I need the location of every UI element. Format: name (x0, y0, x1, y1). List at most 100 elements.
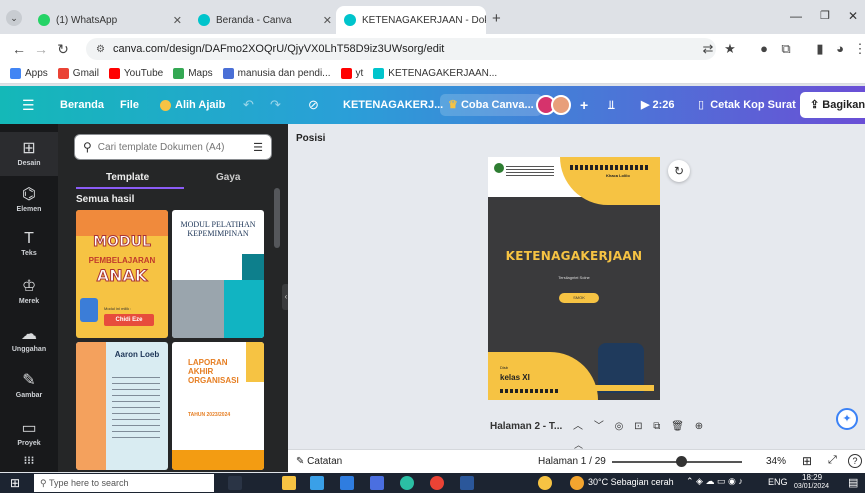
extension-icon[interactable]: ● (756, 41, 772, 57)
menu-kebab-icon[interactable]: ⋮ (852, 41, 865, 57)
minimize-button[interactable]: — (790, 9, 802, 23)
url-input[interactable]: ⚙ canva.com/design/DAFmo2XOQrU/QjyVX0LhT… (86, 38, 716, 60)
tab-document[interactable]: KETENAGAKERJAAN - Dokume ✕ (336, 6, 486, 34)
apps-grid-icon[interactable]: ⁝⁝⁝ (0, 454, 58, 467)
rail-item-gambar[interactable]: ✎ Gambar (0, 364, 58, 408)
file-explorer-icon[interactable] (282, 476, 296, 490)
undo-icon[interactable]: ↶ (243, 86, 254, 124)
close-icon[interactable]: ✕ (315, 14, 332, 27)
rail-item-unggahan[interactable]: ☁ Unggahan (0, 318, 58, 362)
tab-whatsapp[interactable]: (1) WhatsApp ✕ (30, 6, 190, 34)
translate-icon[interactable]: ⇄ (700, 41, 716, 57)
taskbar-app-icon[interactable] (310, 476, 324, 490)
insights-icon[interactable]: ⫫ (608, 86, 615, 124)
lock-icon[interactable]: ⊡ (634, 421, 642, 432)
bookmark-item[interactable]: manusia dan pendi... (222, 68, 331, 79)
document-title[interactable]: KETENAGAKERJ... (343, 86, 443, 124)
document-page[interactable]: Khaca Lolilo KETENAGAKERJAAN Tersilagnte… (488, 157, 660, 400)
clock-date[interactable]: 03/01/2024 (794, 483, 829, 490)
weather-icon[interactable] (570, 476, 584, 490)
reload-icon[interactable]: ↻ (52, 41, 74, 58)
rail-item-proyek[interactable]: ▭ Proyek (0, 412, 58, 456)
add-page-icon[interactable]: ⊕ (695, 421, 703, 432)
template-search-box[interactable]: ⚲ ☰ (74, 134, 272, 160)
page-label[interactable]: Halaman 2 - T... (490, 421, 562, 432)
close-icon[interactable]: ✕ (165, 14, 182, 27)
weather-icon[interactable] (538, 476, 552, 490)
rail-item-desain[interactable]: ⊞ Desain (0, 132, 58, 176)
bookmark-star-icon[interactable]: ★ (722, 41, 738, 57)
rail-item-teks[interactable]: T Teks (0, 224, 58, 268)
chevron-down-icon[interactable]: ﹀ (594, 421, 604, 432)
template-search-input[interactable] (97, 141, 238, 153)
word-icon[interactable] (460, 476, 474, 490)
bookmark-item[interactable]: YouTube (108, 68, 163, 79)
weather-text[interactable]: 30°C Sebagian cerah (588, 477, 674, 487)
bookmark-item[interactable]: Maps (173, 68, 213, 79)
template-card[interactable]: Aaron Loeb (76, 342, 168, 470)
magic-assistant-icon[interactable]: ✦ (836, 408, 858, 430)
site-info-icon[interactable]: ⚙ (96, 44, 105, 55)
chrome-icon[interactable] (430, 476, 444, 490)
tab-template[interactable]: Template (106, 172, 149, 183)
rail-item-label: Proyek (17, 440, 41, 447)
hide-page-icon[interactable]: ◎ (615, 421, 624, 432)
magic-switch-button[interactable]: Alih Ajaib (160, 86, 225, 124)
maximize-button[interactable]: ❐ (820, 9, 830, 22)
mail-icon[interactable] (340, 476, 354, 490)
regenerate-icon[interactable]: ↻ (668, 160, 690, 182)
filter-icon[interactable]: ☰ (253, 141, 263, 154)
rail-item-elemen[interactable]: ⌬ Elemen (0, 178, 58, 222)
tab-canva-home[interactable]: Beranda - Canva ✕ (190, 6, 340, 34)
template-card[interactable]: MODUL PEMBELAJARAN ANAK Modul ini milik … (76, 210, 168, 338)
add-collaborator-icon[interactable]: + (580, 86, 588, 124)
rail-item-merek[interactable]: ♔ Merek (0, 270, 58, 314)
tab-search-button[interactable]: ⌄ (6, 10, 22, 26)
close-window-button[interactable]: ✕ (848, 9, 858, 23)
collaborator-avatar[interactable] (551, 95, 571, 115)
sidepanel-icon[interactable]: ▮ (812, 41, 828, 57)
help-icon[interactable]: ? (848, 454, 862, 468)
page-count[interactable]: Halaman 1 / 29 (538, 456, 606, 467)
notification-icon[interactable]: ▤ (848, 476, 858, 489)
zoom-slider-thumb[interactable] (675, 456, 687, 467)
profile-icon[interactable]: ◕ (832, 41, 848, 57)
zoom-level[interactable]: 34% (766, 456, 786, 467)
chevron-up-icon[interactable]: ︿ (573, 421, 583, 432)
store-icon[interactable] (370, 476, 384, 490)
position-button[interactable]: Posisi (296, 133, 325, 144)
edge-icon[interactable] (400, 476, 414, 490)
share-button[interactable]: ⇪ Bagikan (800, 92, 865, 118)
bookmark-item[interactable]: Apps (10, 68, 48, 79)
template-card[interactable]: MODUL PELATIHAN KEPEMIMPINAN (172, 210, 264, 338)
tab-style[interactable]: Gaya (216, 172, 240, 183)
task-view-icon[interactable] (228, 476, 242, 490)
home-link[interactable]: Beranda (60, 86, 104, 124)
trash-icon[interactable]: 🗑 (671, 421, 684, 432)
cloud-saved-icon[interactable]: ⊘ (308, 86, 319, 124)
back-icon[interactable]: ← (8, 41, 30, 57)
template-card[interactable]: LAPORAN AKHIR ORGANISASI TAHUN 2023/2024 (172, 342, 264, 470)
clock-time[interactable]: 18:29 (802, 473, 822, 482)
try-canva-pro-button[interactable]: ♛ Coba Canva... (440, 94, 542, 116)
new-tab-button[interactable]: + (492, 10, 501, 27)
panel-scrollbar[interactable] (274, 188, 280, 248)
bookmark-item[interactable]: KETENAGAKERJAAN... (373, 68, 497, 79)
system-tray-icons[interactable]: ⌃ ◈ ☁ ▭ ◉ ♪ (686, 476, 743, 487)
bookmark-item[interactable]: Gmail (57, 68, 99, 79)
fullscreen-icon[interactable]: ⤢ (828, 454, 837, 467)
bookmark-item[interactable]: yt (340, 68, 363, 79)
present-button[interactable]: ▶ 2:26 (641, 86, 675, 124)
menu-icon[interactable]: ☰ (22, 86, 35, 124)
print-button[interactable]: ▯ Cetak Kop Surat (698, 86, 796, 124)
language-indicator[interactable]: ENG (768, 477, 788, 487)
file-menu[interactable]: File (120, 86, 139, 124)
redo-icon[interactable]: ↷ (270, 86, 281, 124)
forward-icon[interactable]: → (30, 41, 52, 57)
grid-view-icon[interactable]: ⊞ (802, 454, 812, 468)
duplicate-icon[interactable]: ⧉ (653, 421, 660, 432)
taskbar-search[interactable]: ⚲ Type here to search (34, 474, 214, 492)
windows-start-icon[interactable]: ⊞ (10, 476, 20, 490)
extensions-puzzle-icon[interactable]: ⧉ (778, 41, 794, 57)
notes-button[interactable]: ✎ Catatan (296, 456, 342, 467)
